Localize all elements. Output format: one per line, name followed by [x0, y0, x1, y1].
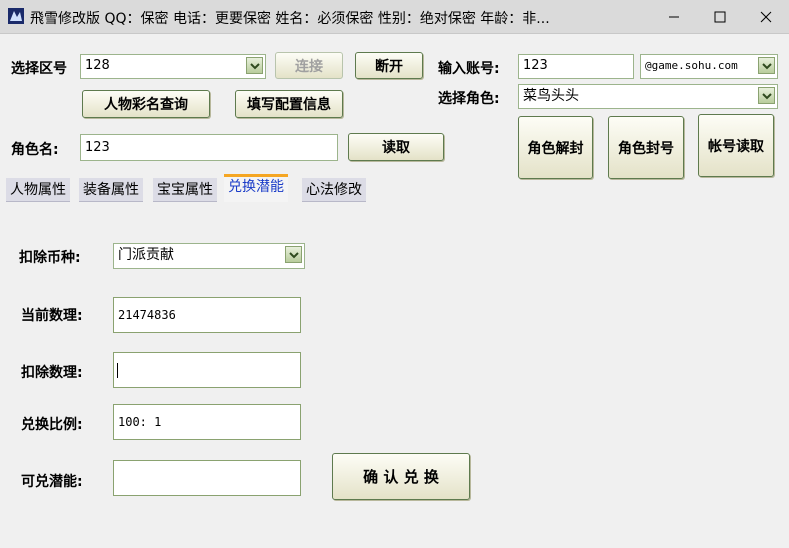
read-button[interactable]: 读取 [348, 133, 444, 161]
app-logo-icon [8, 8, 24, 24]
chevron-down-icon[interactable] [285, 246, 302, 263]
role-name-input[interactable]: 123 [80, 134, 338, 161]
role-ban-button[interactable]: 角色封号 [608, 116, 684, 179]
exchange-panel: 扣除币种: 门派贡献 当前数理: 21474836 扣除数理: 兑换比例: 10… [0, 202, 789, 548]
minimize-button[interactable] [651, 0, 697, 33]
region-value: 128 [85, 58, 110, 73]
text-cursor [117, 363, 118, 378]
account-input[interactable]: 123 [518, 54, 634, 79]
role-value: 菜鸟头头 [523, 88, 579, 104]
potential-field[interactable] [113, 460, 301, 496]
close-icon [760, 11, 772, 22]
currency-select[interactable]: 门派贡献 [113, 243, 305, 269]
account-read-button[interactable]: 帐号读取 [698, 114, 774, 177]
potential-label: 可兑潜能: [21, 474, 83, 490]
minimize-icon [669, 16, 679, 17]
chevron-down-icon[interactable] [758, 87, 775, 104]
deduct-amount-label: 扣除数理: [21, 365, 83, 381]
role-unseal-button[interactable]: 角色解封 [518, 116, 593, 179]
tab-pet-attributes[interactable]: 宝宝属性 [153, 178, 217, 202]
account-input-label: 输入账号: [438, 61, 500, 77]
currency-label: 扣除币种: [19, 250, 81, 266]
confirm-exchange-button[interactable]: 确 认 兑 换 [332, 453, 470, 500]
domain-value: @game.sohu.com [645, 59, 738, 72]
window-title: 飛雪修改版 QQ：保密 电话：更要保密 姓名：必须保密 性别：绝对保密 年龄：非… [30, 11, 550, 27]
role-name-label: 角色名: [11, 142, 59, 158]
tab-mind-method-edit[interactable]: 心法修改 [302, 178, 366, 202]
deduct-amount-input[interactable] [113, 352, 301, 388]
tab-character-attributes[interactable]: 人物属性 [6, 178, 70, 202]
current-amount-label: 当前数理: [21, 308, 83, 324]
tab-exchange-potential[interactable]: 兑换潜能 [224, 174, 288, 202]
role-select-label: 选择角色: [438, 91, 500, 107]
region-label: 选择区号 [11, 61, 67, 77]
ratio-label: 兑换比例: [21, 417, 83, 433]
ratio-field[interactable]: 100: 1 [113, 404, 301, 440]
currency-value: 门派贡献 [118, 247, 174, 263]
tab-equipment-attributes[interactable]: 装备属性 [79, 178, 143, 202]
title-bar: 飛雪修改版 QQ：保密 电话：更要保密 姓名：必须保密 性别：绝对保密 年龄：非… [0, 0, 789, 34]
role-select[interactable]: 菜鸟头头 [518, 84, 778, 109]
region-select[interactable]: 128 [80, 54, 266, 79]
chevron-down-icon[interactable] [758, 57, 775, 74]
connect-button[interactable]: 连接 [275, 52, 343, 79]
chevron-down-icon[interactable] [246, 57, 263, 74]
maximize-button[interactable] [697, 0, 743, 33]
maximize-icon [714, 11, 726, 22]
disconnect-button[interactable]: 断开 [355, 52, 423, 79]
close-button[interactable] [743, 0, 789, 33]
fill-config-button[interactable]: 填写配置信息 [235, 90, 343, 118]
current-amount-field[interactable]: 21474836 [113, 297, 301, 333]
domain-select[interactable]: @game.sohu.com [640, 54, 778, 79]
query-color-name-button[interactable]: 人物彩名查询 [82, 90, 210, 118]
